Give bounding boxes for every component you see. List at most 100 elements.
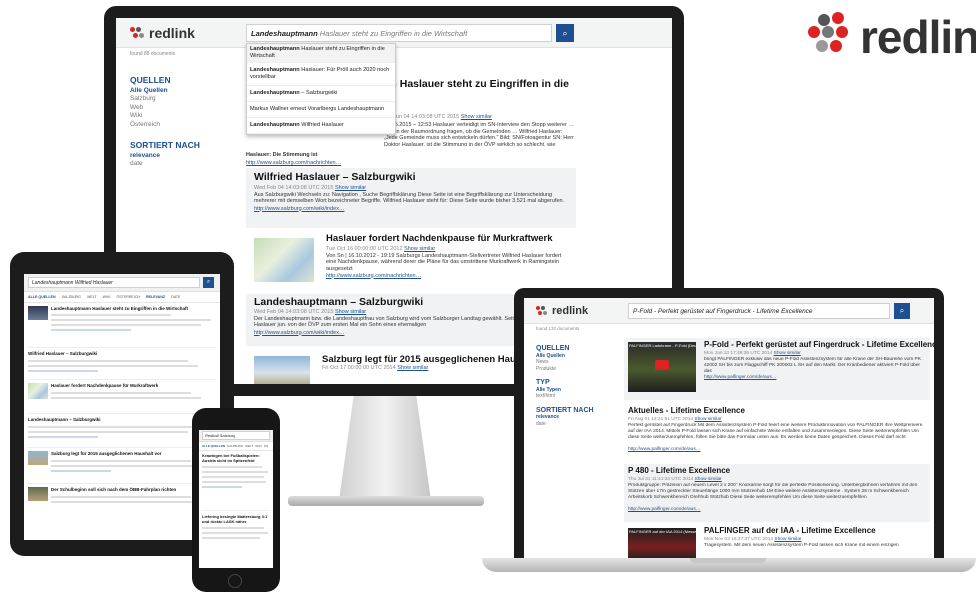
tab-salzburg[interactable]: SALZBURG [62, 295, 81, 299]
result-item[interactable]: PALFINGER Ladekrane - P-Fold (Deu… P-Fol… [624, 338, 934, 400]
show-similar-link[interactable]: Show similar [774, 537, 801, 542]
result-url[interactable]: http://www.salzburg.com/nachrichten… [246, 160, 341, 166]
filter-web[interactable]: Web [130, 104, 240, 113]
show-similar-link[interactable]: Show similar [694, 417, 721, 422]
result-item[interactable]: Salzburg legt für 2015 ausgeglichenen Ha… [28, 448, 216, 484]
result-item[interactable]: P 480 - Lifetime Excellence Thu Jul 31 1… [624, 464, 930, 522]
filter-oesterreich[interactable]: Österreich [130, 121, 240, 130]
result-title[interactable]: Landeshauptmann – Salzburgwiki [28, 417, 216, 422]
result-url[interactable]: http://www.palfinger.com/de/aus… [628, 507, 701, 512]
result-map-thumbnail[interactable] [28, 383, 48, 399]
tab-welt[interactable]: WELT [87, 295, 97, 299]
result-title[interactable]: Landeshauptmann Haslauer steht zu Eingri… [51, 306, 211, 311]
laptop-search-input[interactable]: P-Fold - Perfekt gerüstet auf Fingerdruc… [628, 303, 890, 319]
suggestion-item[interactable]: Landeshauptmann Wilfried Haslauer [247, 118, 395, 134]
desktop-logo[interactable]: redlink [130, 25, 195, 41]
search-icon: ⌕ [899, 306, 905, 315]
suggestion-item[interactable]: Landeshauptmann Haslauer steht zu Eingri… [247, 44, 395, 63]
tablet-search-input[interactable]: Landeshauptmann Wilfried Haslauer [28, 277, 200, 288]
result-thumbnail[interactable] [28, 451, 48, 465]
logo-dots-icon [536, 305, 549, 316]
laptop-search-button[interactable]: ⌕ [894, 303, 910, 319]
logo-dots-icon [808, 12, 852, 56]
result-url[interactable]: http://www.salzburg.com/wiki/index… [254, 330, 344, 336]
desktop-search-button[interactable]: ⌕ [556, 24, 574, 42]
result-snippet: Von Sn | 16.10.2012 - 19:19 Salzburgs La… [326, 252, 562, 273]
result-title[interactable]: Salzburg legt für 2015 ausgeglichenen Ha… [51, 451, 201, 456]
filter-all-sources[interactable]: Alle Quellen [130, 87, 240, 96]
suggestion-item[interactable]: Landeshauptmann Haslauer: Für Pröll auch… [247, 63, 395, 86]
result-url[interactable]: http://www.palfinger.com/de/aus… [628, 447, 701, 452]
tab-oesterreich[interactable]: ÖS [264, 444, 268, 448]
result-photo-thumbnail[interactable] [254, 356, 310, 384]
sort-date[interactable]: date [130, 160, 240, 169]
tab-all-sources[interactable]: ALLE QUELLEN [28, 295, 56, 299]
result-title[interactable]: Wilfried Haslauer – Salzburgwiki [254, 172, 568, 182]
show-similar-link[interactable]: Show similar [335, 185, 366, 191]
result-item[interactable]: Aktuelles - Lifetime Excellence Fri Aug … [624, 404, 930, 462]
result-item[interactable]: Wilfried Haslauer – Salzburgwiki [28, 348, 216, 380]
tab-wiki[interactable]: WIKI [255, 444, 262, 448]
show-similar-link[interactable]: Show similar [461, 114, 492, 120]
video-thumbnail[interactable]: PALFINGER auf der IAA 2014 (Messeimp… [628, 528, 696, 560]
filter-wiki[interactable]: Wiki [130, 112, 240, 121]
result-title[interactable]: Wilfried Haslauer – Salzburgwiki [28, 351, 216, 356]
filter-produkte[interactable]: Produkte [536, 366, 616, 373]
result-title[interactable]: Haslauer fordert Nachdenkpause für Murkr… [326, 234, 568, 243]
show-similar-link[interactable]: Show similar [695, 477, 722, 482]
laptop-logo[interactable]: redlink [536, 305, 588, 317]
desktop-stand [338, 392, 432, 502]
result-snippet-2: Haslauer: Die Stimmung ist [246, 152, 318, 158]
result-item[interactable]: Haslauer fordert Nachdenkpause für Murkr… [246, 232, 576, 290]
result-title[interactable]: P-Fold - Perfekt gerüstet auf Fingerdruc… [704, 341, 934, 349]
result-title[interactable]: Haslauer fordert Nachdenkpause für Murkr… [51, 383, 201, 388]
sort-relevance[interactable]: relevance [130, 152, 240, 161]
show-similar-link[interactable]: Show similar [397, 365, 428, 371]
tab-relevanz[interactable]: RELEVANZ [146, 295, 165, 299]
tablet-search-button[interactable]: ⌕ [203, 277, 214, 288]
result-item[interactable]: Der Schulbeginn soll sich nach dem ÖBB-F… [28, 484, 216, 514]
show-similar-link[interactable]: Show similar [404, 246, 435, 252]
phone-search-input[interactable]: Redbull Salzburg [202, 431, 270, 440]
result-title[interactable]: PALFINGER auf der IAA - Lifetime Excelle… [704, 527, 926, 535]
result-title[interactable]: Liefering besiegte Mattersburg 3:1 und r… [202, 514, 270, 524]
result-item[interactable]: Liefering besiegte Mattersburg 3:1 und r… [202, 511, 270, 561]
desktop-search-input[interactable]: Landeshauptmann Haslauer steht zu Eingri… [246, 24, 552, 42]
tab-wiki[interactable]: WIKI [103, 295, 111, 299]
video-thumbnail[interactable]: PALFINGER Ladekrane - P-Fold (Deu… [628, 342, 696, 392]
result-thumbnail[interactable] [28, 487, 48, 501]
logo-text: redlink [552, 304, 589, 317]
suggestion-item[interactable]: Landeshauptmann – Salzburgwiki [247, 86, 395, 102]
result-title[interactable]: Krawingen bei Fußballspielen: Austria si… [202, 453, 270, 463]
result-item[interactable]: Wilfried Haslauer – Salzburgwiki Wed Feb… [246, 168, 576, 228]
result-item[interactable]: Haslauer fordert Nachdenkpause für Murkr… [28, 380, 216, 414]
result-url[interactable]: http://www.palfinger.com/de/aus… [704, 375, 777, 380]
tab-welt[interactable]: WELT [245, 444, 253, 448]
suggestion-item[interactable]: Markus Wallner erneut Vorarlbergs Landes… [247, 102, 395, 118]
result-thumbnail[interactable] [28, 306, 48, 320]
tab-salzburg[interactable]: SALZBURG [227, 444, 243, 448]
result-map-thumbnail[interactable] [254, 238, 314, 282]
show-similar-link[interactable]: Show similar [774, 351, 801, 356]
phone-home-button[interactable] [228, 574, 242, 588]
result-title[interactable]: P 480 - Lifetime Excellence [628, 467, 926, 475]
show-similar-link[interactable]: Show similar [335, 309, 366, 315]
logo-text: redlink [149, 24, 195, 41]
filter-text-html[interactable]: text/html [536, 393, 616, 400]
sort-date[interactable]: date [536, 421, 616, 428]
result-url[interactable]: http://www.salzburg.com/nachrichten… [326, 273, 421, 279]
result-item[interactable]: Landeshauptmann Haslauer steht zu Eingri… [28, 306, 216, 348]
tab-date[interactable]: DATE [171, 295, 180, 299]
result-item[interactable]: Landeshauptmann – Salzburgwiki [28, 414, 216, 448]
tab-all-sources[interactable]: ALLE QUELLEN [202, 444, 225, 448]
result-url[interactable]: http://www.salzburg.com/wiki/index… [254, 206, 344, 212]
result-title[interactable]: Aktuelles - Lifetime Excellence [628, 407, 926, 415]
desktop-stand-base [288, 496, 484, 506]
result-title[interactable]: nn Haslauer steht zu Eingriffen in die [384, 78, 569, 90]
laptop-topbar: redlink P-Fold - Perfekt gerüstet auf Fi… [524, 298, 934, 324]
result-item[interactable]: PALFINGER auf der IAA 2014 (Messeimp… PA… [624, 524, 930, 560]
result-item[interactable]: Krawingen bei Fußballspielen: Austria si… [202, 453, 270, 511]
result-title[interactable]: Der Schulbeginn soll sich nach dem ÖBB-F… [51, 487, 201, 492]
filter-salzburg[interactable]: Salzburg [130, 95, 240, 104]
tab-oesterreich[interactable]: ÖSTERREICH [116, 295, 140, 299]
